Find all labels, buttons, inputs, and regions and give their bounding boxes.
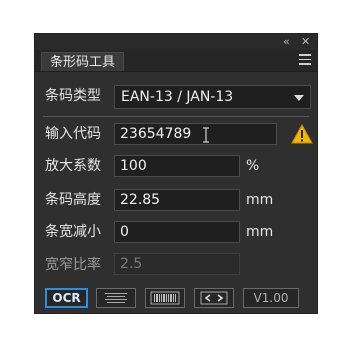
- ocr-button[interactable]: OCR: [45, 288, 88, 308]
- ratio-input: 2.5: [114, 253, 240, 275]
- panel-top-strip: « ✕: [35, 34, 317, 50]
- collapse-double-left-icon[interactable]: «: [283, 35, 290, 49]
- barcode-type-value: EAN-13 / JAN-13: [121, 89, 234, 105]
- chevron-down-icon: [294, 95, 304, 101]
- height-unit: mm: [246, 192, 274, 208]
- chevron-left-right-icon: [200, 291, 228, 305]
- version-button[interactable]: V1.00: [243, 288, 299, 308]
- reduce-input-value: 0: [120, 224, 129, 240]
- code-input[interactable]: 23654789: [114, 123, 277, 145]
- warning-icon: [291, 124, 313, 144]
- prev-next-button[interactable]: [194, 288, 234, 308]
- barcode-button[interactable]: [145, 288, 185, 308]
- barcode-type-select[interactable]: EAN-13 / JAN-13: [114, 85, 311, 109]
- height-input[interactable]: 22.85: [114, 189, 240, 211]
- ocr-button-label: OCR: [52, 291, 81, 305]
- reduce-unit: mm: [246, 224, 274, 240]
- scale-input-value: 100: [120, 158, 147, 174]
- reduce-label: 条宽减小: [45, 224, 101, 240]
- divider: [43, 116, 309, 117]
- ratio-label: 宽窄比率: [45, 257, 101, 273]
- barcode-tool-panel: « ✕ 条形码工具 条码类型 EAN-13 / JAN-13 输入代码 2365…: [34, 33, 318, 314]
- tab-barcode-tool[interactable]: 条形码工具: [41, 52, 125, 71]
- height-label: 条码高度: [45, 192, 101, 208]
- code-input-value: 23654789: [120, 126, 192, 142]
- text-cursor-icon: [203, 127, 209, 143]
- align-lines-icon: [105, 293, 127, 303]
- hamburger-menu-icon[interactable]: [299, 54, 311, 66]
- code-label: 输入代码: [45, 126, 101, 142]
- scale-input[interactable]: 100: [114, 155, 240, 177]
- height-input-value: 22.85: [120, 192, 161, 208]
- scale-label: 放大系数: [45, 158, 101, 174]
- version-label: V1.00: [253, 291, 289, 305]
- tab-row: 条形码工具: [35, 50, 317, 72]
- barcode-icon: [150, 291, 180, 305]
- align-lines-button[interactable]: [96, 288, 136, 308]
- reduce-input[interactable]: 0: [114, 221, 240, 243]
- type-label: 条码类型: [45, 88, 101, 104]
- scale-unit: %: [246, 158, 260, 174]
- ratio-input-value: 2.5: [120, 256, 143, 272]
- close-icon[interactable]: ✕: [301, 35, 310, 49]
